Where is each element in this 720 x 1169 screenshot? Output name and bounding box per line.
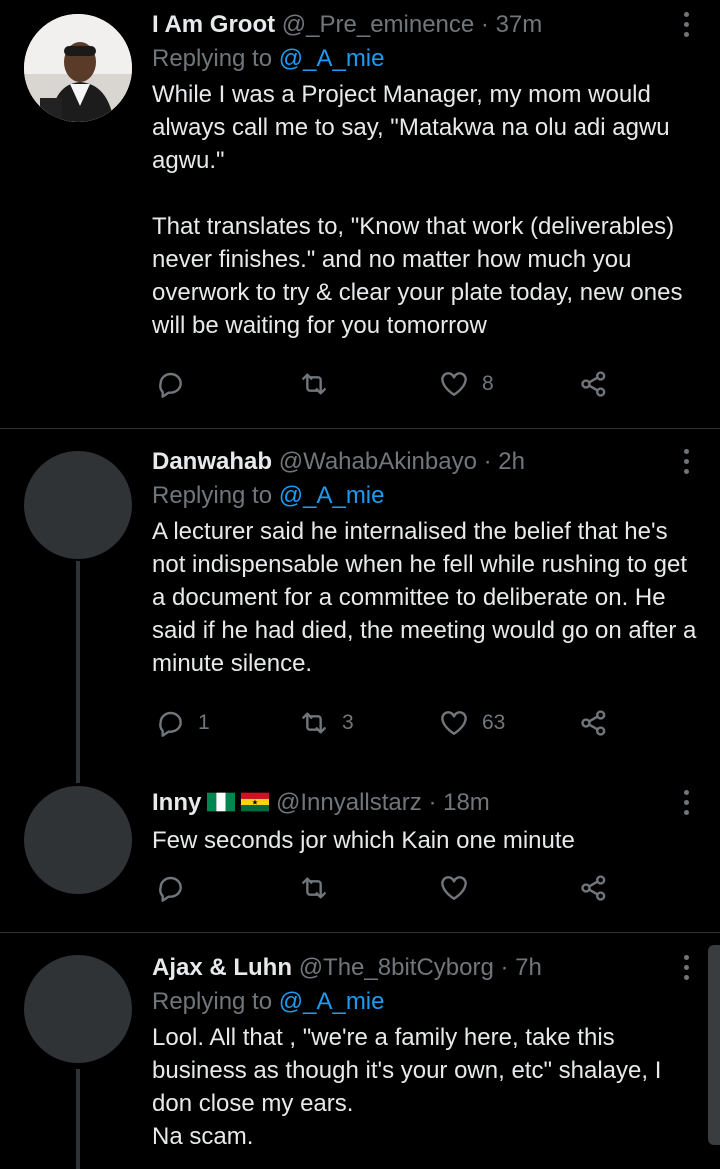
- author-handle[interactable]: @WahabAkinbayo: [279, 448, 477, 475]
- more-vertical-icon[interactable]: [684, 955, 690, 985]
- ghana-flag-icon: [241, 790, 270, 820]
- retweet-button[interactable]: 3: [298, 707, 354, 739]
- reply-icon: [159, 876, 182, 902]
- author-name[interactable]: I Am Groot: [152, 11, 275, 38]
- like-button[interactable]: [438, 872, 482, 904]
- replying-to: Replying to @_A_mie: [152, 44, 700, 74]
- tweet-header: Danwahab @WahabAkinbayo · 2h: [152, 447, 700, 477]
- timestamp[interactable]: · 7h: [501, 954, 542, 981]
- tweet-header: I Am Groot @_Pre_eminence · 37m: [152, 10, 700, 40]
- like-button[interactable]: 63: [438, 707, 505, 739]
- share-icon: [581, 875, 606, 901]
- reply-icon: [159, 711, 182, 737]
- mention-link[interactable]: @_A_mie: [279, 45, 385, 72]
- retweet-icon: [302, 877, 326, 899]
- author-handle[interactable]: @The_8bitCyborg: [299, 954, 494, 981]
- replying-prefix: Replying to: [152, 45, 279, 72]
- timestamp[interactable]: · 2h: [484, 448, 525, 475]
- reply-button[interactable]: [154, 368, 198, 400]
- nigeria-flag-icon: [207, 790, 236, 820]
- tweet-header: Inny @Innyallstarz · 18m: [152, 788, 700, 820]
- reply-button[interactable]: 1: [154, 707, 210, 739]
- share-button[interactable]: [578, 368, 610, 400]
- author-name[interactable]: Ajax & Luhn: [152, 954, 292, 981]
- like-count: 63: [482, 711, 506, 734]
- tweet-card[interactable]: Ajax & Luhn @The_8bitCyborg · 7h Replyin…: [0, 933, 720, 1169]
- thread-line: [76, 561, 80, 783]
- like-count: 8: [482, 372, 494, 395]
- avatar[interactable]: [24, 786, 132, 894]
- tweet-card[interactable]: I Am Groot @_Pre_eminence · 37m Replying…: [0, 0, 720, 428]
- timestamp[interactable]: · 18m: [428, 789, 489, 816]
- retweet-icon: [302, 712, 326, 734]
- tweet-actions: 8: [152, 368, 622, 408]
- author-name[interactable]: Inny: [152, 789, 201, 816]
- retweet-count: 3: [342, 711, 354, 734]
- like-button[interactable]: 8: [438, 368, 494, 400]
- tweet-header: Ajax & Luhn @The_8bitCyborg · 7h: [152, 953, 700, 983]
- tweet-card[interactable]: Danwahab @WahabAkinbayo · 2h Replying to…: [0, 429, 720, 783]
- profile-photo: [24, 14, 132, 122]
- heart-icon: [441, 876, 467, 900]
- tweet-card[interactable]: Inny @Innyallstarz · 18m Few seconds jor…: [0, 774, 720, 932]
- mention-link[interactable]: @_A_mie: [279, 988, 385, 1015]
- share-icon: [581, 371, 606, 397]
- heart-icon: [441, 372, 467, 396]
- share-button[interactable]: [578, 872, 610, 904]
- tweet-text: A lecturer said he internalised the beli…: [152, 518, 697, 677]
- avatar[interactable]: [24, 14, 132, 122]
- more-vertical-icon[interactable]: [684, 449, 690, 479]
- author-handle[interactable]: @_Pre_eminence: [282, 11, 474, 38]
- replying-to: Replying to @_A_mie: [152, 987, 700, 1017]
- replying-prefix: Replying to: [152, 482, 279, 509]
- tweet-text: Lool. All that , "we're a family here, t…: [152, 1024, 662, 1150]
- retweet-button[interactable]: [298, 872, 342, 904]
- reply-count: 1: [198, 711, 210, 734]
- replying-prefix: Replying to: [152, 988, 279, 1015]
- avatar[interactable]: [24, 955, 132, 1063]
- share-icon: [581, 710, 606, 736]
- tweet-text: While I was a Project Manager, my mom wo…: [152, 81, 683, 339]
- tweet-text: Few seconds jor which Kain one minute: [152, 827, 575, 854]
- timestamp[interactable]: · 37m: [481, 11, 542, 38]
- share-button[interactable]: [578, 707, 610, 739]
- reply-icon: [159, 372, 182, 398]
- more-vertical-icon[interactable]: [684, 790, 690, 820]
- retweet-icon: [302, 373, 326, 395]
- reply-button[interactable]: [154, 872, 198, 904]
- mention-link[interactable]: @_A_mie: [279, 482, 385, 509]
- author-name[interactable]: Danwahab: [152, 448, 272, 475]
- more-vertical-icon[interactable]: [684, 12, 690, 42]
- scrollbar[interactable]: [708, 945, 720, 1145]
- replying-to: Replying to @_A_mie: [152, 481, 700, 511]
- heart-icon: [441, 711, 467, 735]
- author-handle[interactable]: @Innyallstarz: [276, 789, 422, 816]
- avatar[interactable]: [24, 451, 132, 559]
- tweet-actions: [152, 872, 622, 912]
- retweet-button[interactable]: [298, 368, 342, 400]
- thread-line: [76, 1069, 80, 1169]
- tweet-actions: 1 3 63: [152, 707, 622, 747]
